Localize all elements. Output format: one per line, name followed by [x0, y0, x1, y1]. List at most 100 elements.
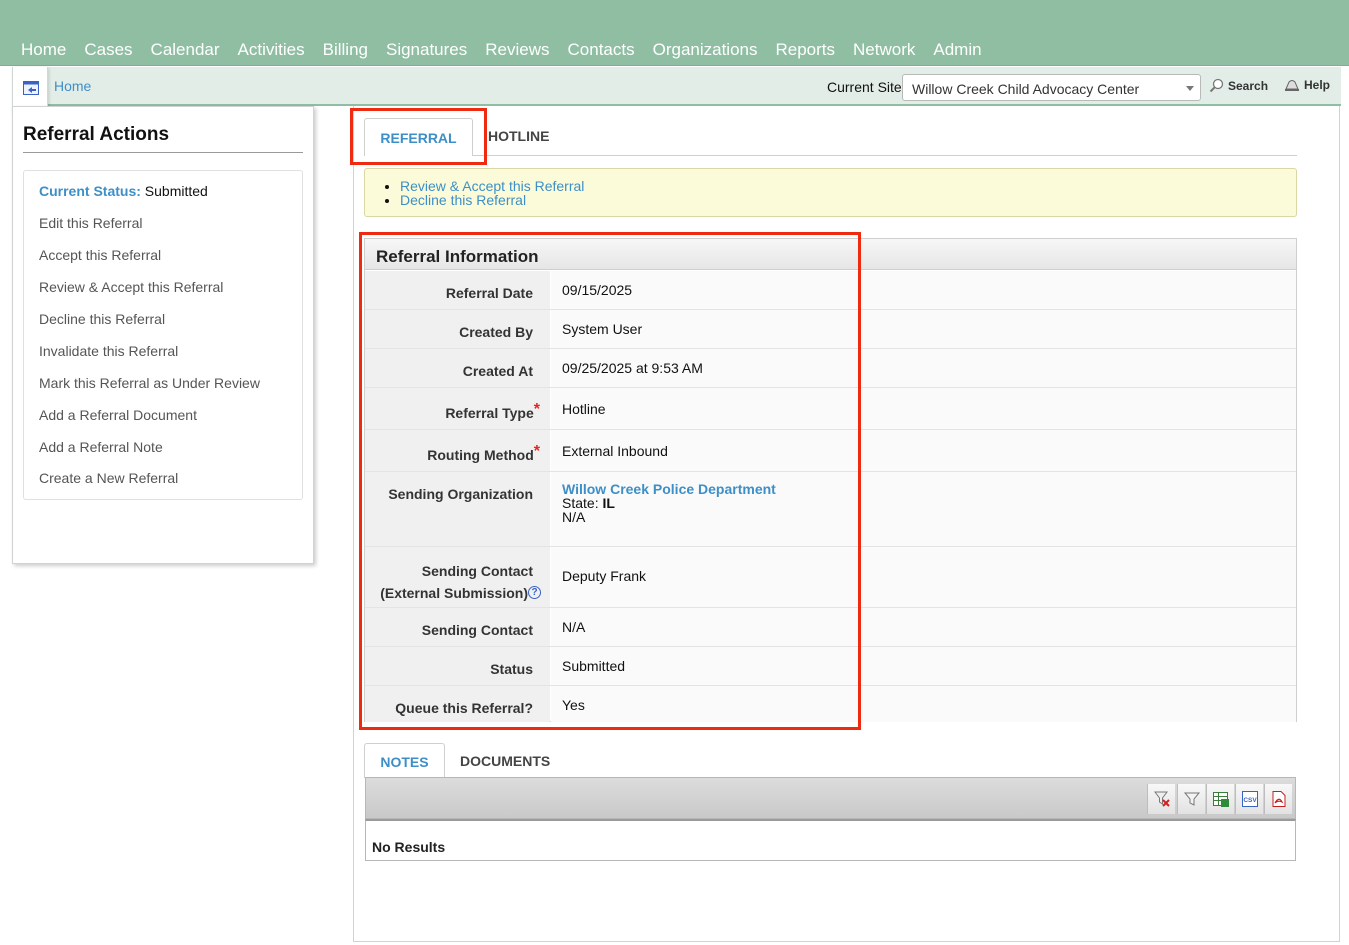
tab-documents[interactable]: DOCUMENTS — [460, 753, 550, 769]
breadcrumb-bar: Home Current Site Willow Creek Child Adv… — [12, 67, 1341, 112]
nav-item-calendar[interactable]: Calendar — [142, 39, 229, 61]
search-label: Search — [1228, 78, 1269, 93]
current-site-value: Willow Creek Child Advocacy Center — [912, 81, 1140, 97]
field-value: 09/25/2025 at 9:53 AM — [551, 349, 1296, 387]
referral-information-table: Referral Information Referral Date 09/15… — [364, 238, 1297, 722]
filter-button[interactable] — [1177, 784, 1205, 814]
current-site-select[interactable]: Willow Creek Child Advocacy Center — [902, 74, 1201, 101]
sending-organization-state: State: IL — [562, 496, 1296, 510]
field-label: Status — [365, 647, 550, 685]
field-sending-contact-external: Sending Contact (External Submission)? D… — [365, 547, 1296, 608]
notes-grid-toolbar: CSV — [365, 777, 1296, 819]
field-referral-date: Referral Date 09/15/2025 — [365, 271, 1296, 310]
nav-item-activities[interactable]: Activities — [229, 39, 314, 61]
csv-icon-text: CSV — [1243, 797, 1257, 804]
action-review-accept-referral[interactable]: Review & Accept this Referral — [39, 279, 223, 295]
field-value: Willow Creek Police Department State: IL… — [551, 472, 1296, 546]
search-icon — [1209, 78, 1224, 93]
field-created-at: Created At 09/25/2025 at 9:53 AM — [365, 349, 1296, 388]
field-referral-type: Referral Type* Hotline — [365, 388, 1296, 430]
sending-organization-extra: N/A — [562, 509, 586, 525]
action-decline-referral[interactable]: Decline this Referral — [39, 311, 165, 327]
field-value: N/A — [551, 608, 1296, 646]
help-bell-icon — [1285, 80, 1299, 91]
notice-links: Review & Accept this Referral Decline th… — [365, 169, 1296, 207]
nav-item-reports[interactable]: Reports — [767, 39, 845, 61]
action-edit-referral[interactable]: Edit this Referral — [39, 215, 142, 231]
field-label: Referral Date — [365, 271, 550, 309]
nav-item-home[interactable]: Home — [12, 39, 75, 61]
nav-item-contacts[interactable]: Contacts — [559, 39, 644, 61]
field-created-by: Created By System User — [365, 310, 1296, 349]
nav-item-network[interactable]: Network — [844, 39, 924, 61]
empty-results-text: No Results — [372, 839, 446, 855]
notice-decline-link[interactable]: Decline this Referral — [400, 193, 1296, 207]
field-sending-contact: Sending Contact N/A — [365, 608, 1296, 647]
field-label-line2: (External Submission)? — [365, 582, 541, 604]
tab-referral[interactable]: REFERRAL — [364, 118, 473, 156]
field-label: Routing Method* — [365, 430, 550, 471]
actions-list: Current Status: Submitted Edit this Refe… — [23, 170, 303, 500]
notes-grid-body: No Results — [365, 819, 1296, 861]
help-link[interactable]: Help — [1284, 78, 1330, 92]
field-sending-organization: Sending Organization Willow Creek Police… — [365, 472, 1296, 547]
nav-item-organizations[interactable]: Organizations — [644, 39, 767, 61]
field-value: 09/15/2025 — [551, 271, 1296, 309]
action-mark-under-review[interactable]: Mark this Referral as Under Review — [39, 375, 260, 391]
action-accept-referral[interactable]: Accept this Referral — [39, 247, 161, 263]
field-value: Submitted — [551, 647, 1296, 685]
field-routing-method: Routing Method* External Inbound — [365, 430, 1296, 472]
nav-item-reviews[interactable]: Reviews — [476, 39, 558, 61]
clear-filter-button[interactable] — [1147, 784, 1175, 814]
pdf-icon — [1272, 791, 1286, 807]
field-label: Sending Contact — [365, 608, 550, 646]
state-value: IL — [602, 495, 615, 511]
current-status-label: Current Status: — [39, 183, 141, 199]
field-label-line1: Sending Contact — [421, 563, 533, 579]
csv-icon: CSV — [1242, 791, 1258, 807]
help-label: Help — [1304, 78, 1331, 92]
nav-item-admin[interactable]: Admin — [924, 39, 990, 61]
breadcrumb-home-link[interactable]: Home — [54, 78, 91, 94]
field-queue-referral: Queue this Referral? Yes — [365, 686, 1296, 722]
field-label-text: (External Submission) — [380, 585, 528, 601]
field-value: Hotline — [551, 388, 1296, 429]
tab-hotline[interactable]: HOTLINE — [488, 128, 549, 144]
help-question-icon[interactable]: ? — [528, 586, 541, 599]
required-marker: * — [533, 401, 540, 418]
action-invalidate-referral[interactable]: Invalidate this Referral — [39, 343, 178, 359]
current-status-value: Submitted — [144, 183, 208, 199]
sending-organization-link[interactable]: Willow Creek Police Department — [562, 482, 1296, 496]
export-pdf-button[interactable] — [1264, 784, 1292, 814]
export-csv-button[interactable]: CSV — [1235, 784, 1263, 814]
export-excel-button[interactable] — [1206, 784, 1234, 814]
top-navigation: Home Cases Calendar Activities Billing S… — [0, 0, 1349, 66]
field-value: External Inbound — [551, 430, 1296, 471]
field-label: Sending Contact (External Submission)? — [365, 547, 550, 607]
clear-filter-icon — [1154, 791, 1170, 807]
notice-review-accept-link[interactable]: Review & Accept this Referral — [400, 179, 1296, 193]
field-value: Yes — [551, 686, 1296, 722]
search-link[interactable]: Search — [1209, 78, 1268, 93]
nav-item-signatures[interactable]: Signatures — [377, 39, 476, 61]
field-label: Queue this Referral? — [365, 686, 550, 722]
excel-icon — [1213, 792, 1229, 807]
action-create-referral[interactable]: Create a New Referral — [39, 470, 178, 486]
current-site-label: Current Site — [827, 79, 902, 95]
field-label-text: Referral Type — [445, 405, 534, 421]
action-notice: Review & Accept this Referral Decline th… — [364, 168, 1297, 217]
nav-item-billing[interactable]: Billing — [314, 39, 377, 61]
nav-item-cases[interactable]: Cases — [75, 39, 141, 61]
field-label: Sending Organization — [365, 472, 550, 546]
field-value: System User — [551, 310, 1296, 348]
tab-divider — [473, 155, 1297, 156]
action-add-note[interactable]: Add a Referral Note — [39, 439, 163, 455]
action-add-document[interactable]: Add a Referral Document — [39, 407, 197, 423]
section-title: Referral Information — [365, 239, 1296, 270]
field-value: Deputy Frank — [551, 547, 1296, 607]
field-label: Created At — [365, 349, 550, 387]
field-label: Created By — [365, 310, 550, 348]
panel-title: Referral Actions — [23, 124, 303, 153]
tab-notes[interactable]: NOTES — [364, 743, 445, 778]
chevron-down-icon — [1186, 86, 1194, 91]
